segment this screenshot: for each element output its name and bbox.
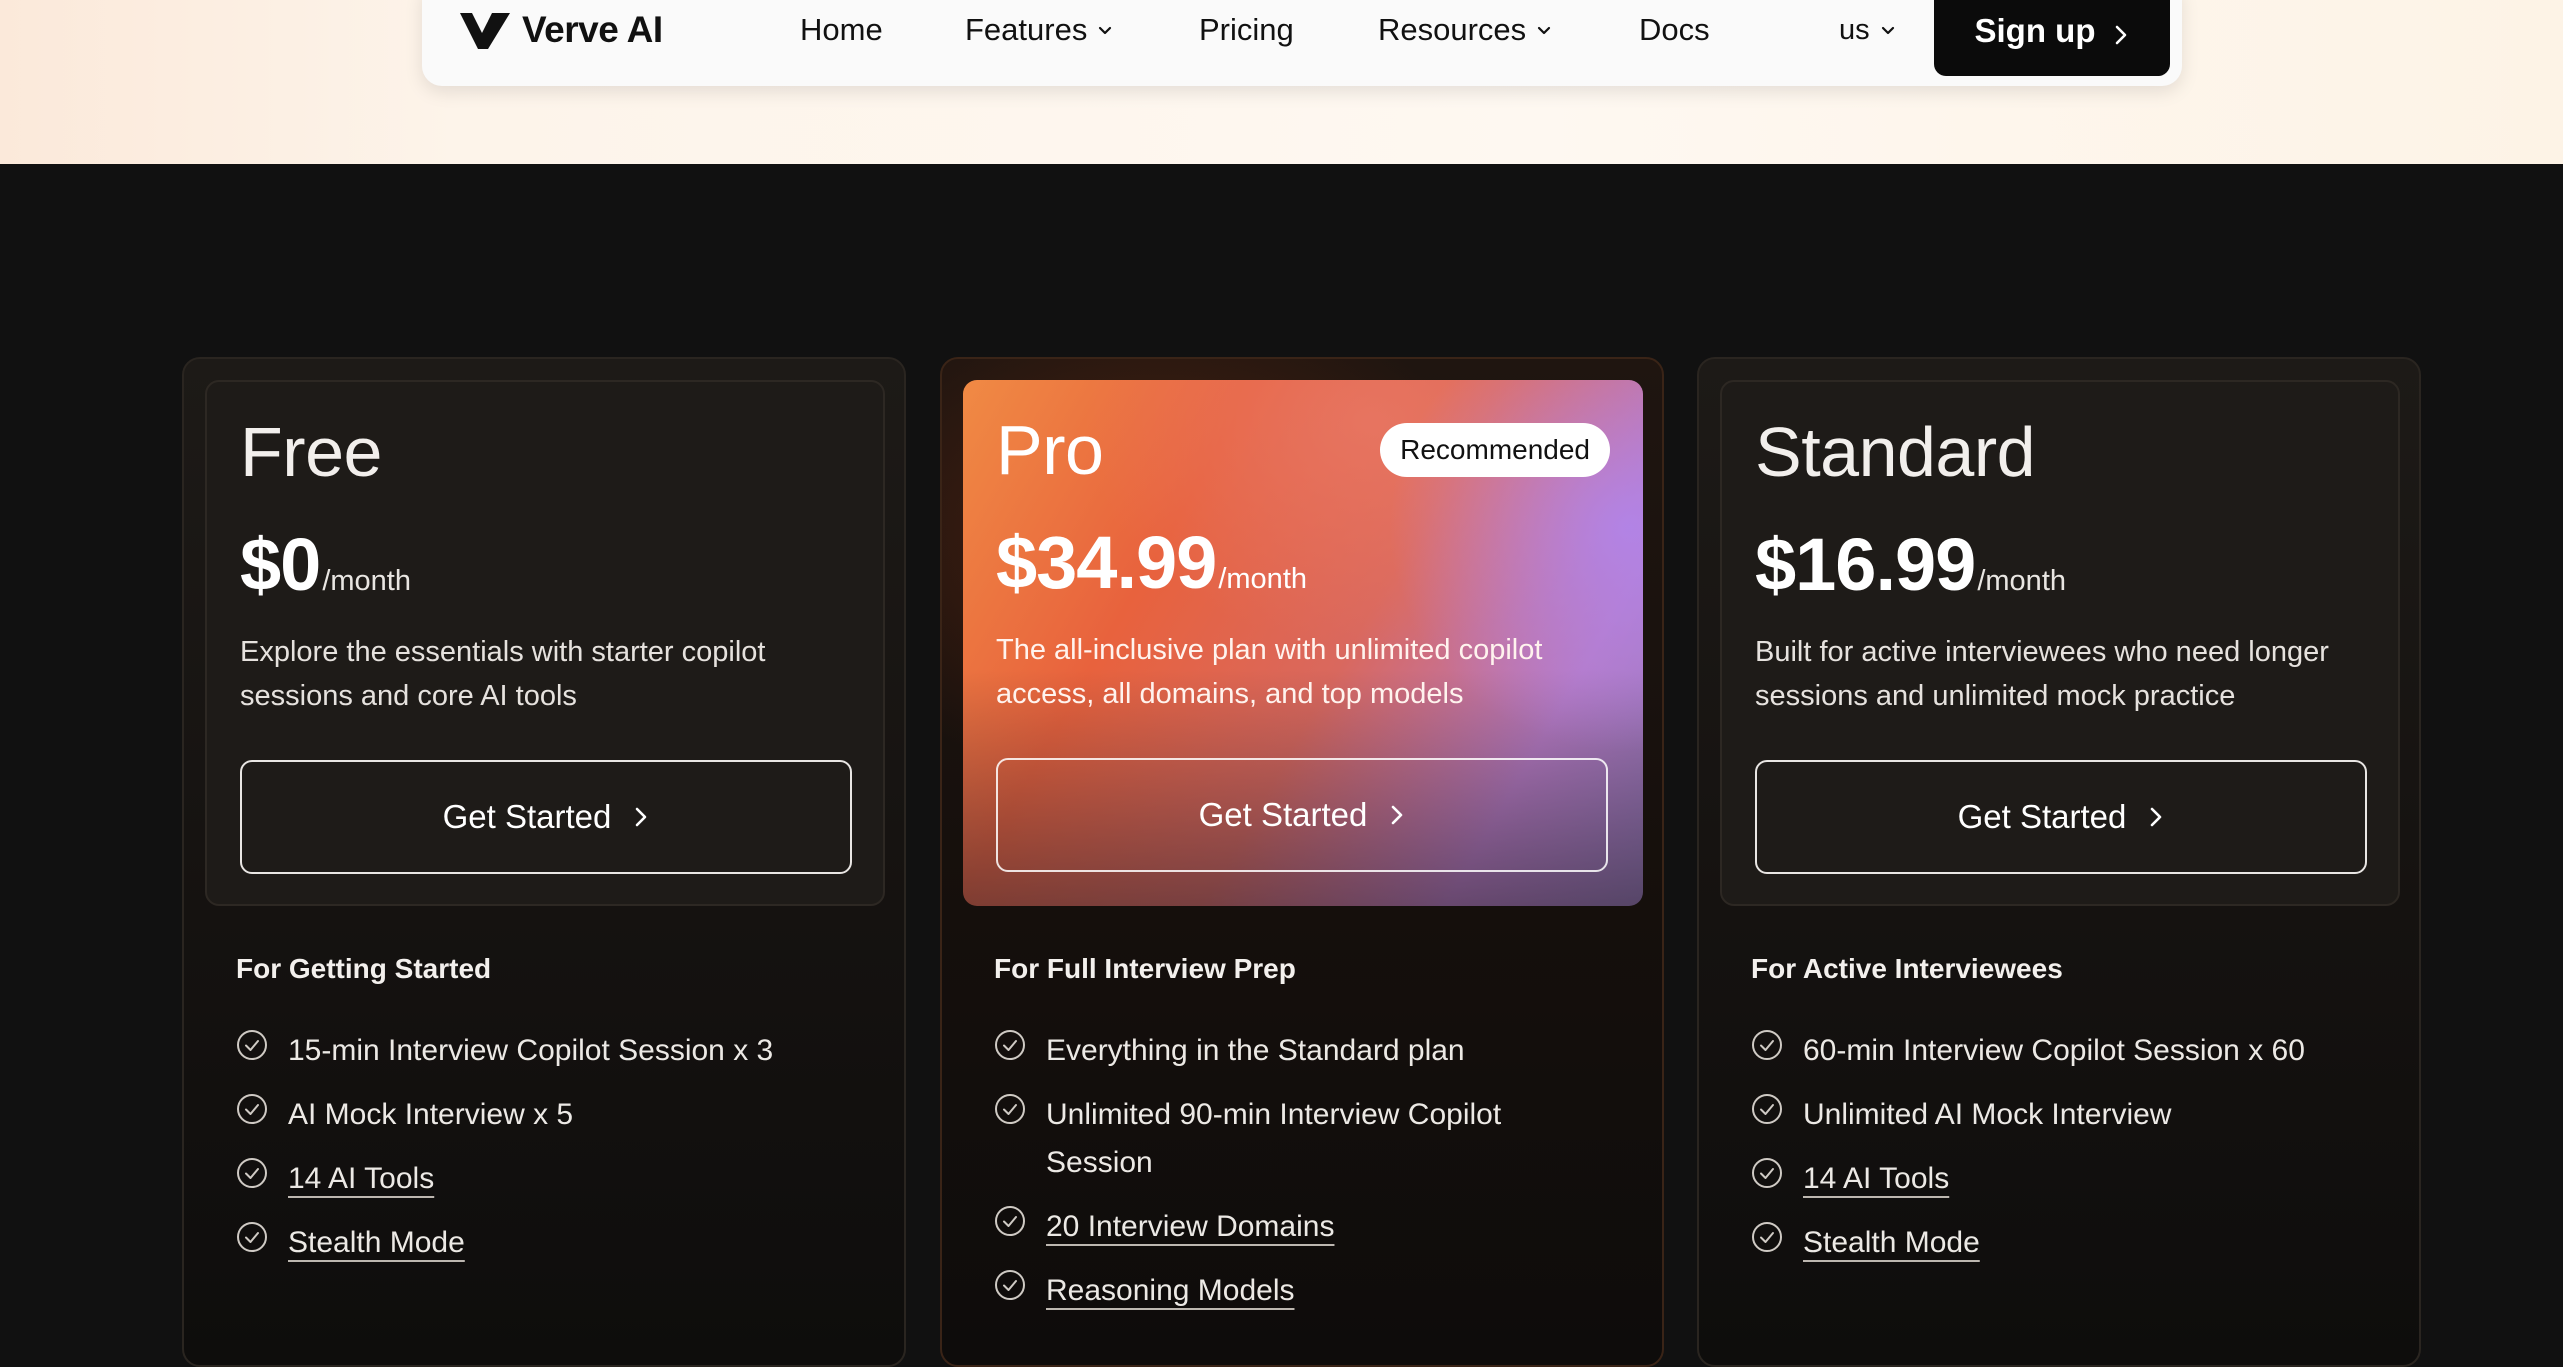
navbar: Verve AI Home Features Pricing Resources… — [422, 0, 2182, 86]
feature-list: 60-min Interview Copilot Session x 60 Un… — [1751, 1027, 2371, 1283]
feature-item: 14 AI Tools — [1751, 1155, 2371, 1203]
feature-item: Unlimited AI Mock Interview — [1751, 1091, 2371, 1139]
verve-logo-icon — [460, 13, 510, 49]
check-circle-icon — [994, 1029, 1026, 1061]
nav-home[interactable]: Home — [800, 10, 883, 50]
chevron-down-icon — [1099, 26, 1112, 35]
logo[interactable]: Verve AI — [458, 8, 663, 52]
check-circle-icon — [1751, 1157, 1783, 1189]
check-circle-icon — [236, 1157, 268, 1189]
feature-list: Everything in the Standard plan Unlimite… — [994, 1027, 1614, 1331]
nav-resources-label: Resources — [1378, 12, 1527, 47]
feature-item: Stealth Mode — [236, 1219, 856, 1267]
feature-text: AI Mock Interview x 5 — [288, 1098, 574, 1131]
features-section-title: For Getting Started — [236, 953, 492, 984]
feature-link-stealth-mode[interactable]: Stealth Mode — [1803, 1219, 1980, 1267]
feature-item: Everything in the Standard plan — [994, 1027, 1614, 1075]
feature-item: Unlimited 90-min Interview Copilot Sessi… — [994, 1091, 1614, 1187]
feature-text: Unlimited 90-min Interview Copilot Sessi… — [1046, 1098, 1502, 1179]
plan-period: /month — [322, 565, 411, 597]
nav-features-label: Features — [965, 12, 1088, 47]
nav-resources[interactable]: Resources — [1378, 10, 1552, 50]
plan-header: Free $0 /month Explore the essentials wi… — [205, 380, 885, 906]
plan-header: Standard $16.99 /month Built for active … — [1720, 380, 2400, 906]
feature-item: 60-min Interview Copilot Session x 60 — [1751, 1027, 2371, 1075]
chevron-down-icon — [1538, 26, 1551, 35]
get-started-button[interactable]: Get Started — [240, 760, 852, 874]
feature-text: Unlimited AI Mock Interview — [1803, 1098, 2172, 1131]
chevron-right-icon — [1392, 805, 1403, 825]
feature-text: Everything in the Standard plan — [1046, 1034, 1465, 1067]
plan-card-standard: Standard $16.99 /month Built for active … — [1697, 357, 2421, 1367]
logo-text: Verve AI — [522, 9, 663, 50]
check-circle-icon — [994, 1205, 1026, 1237]
check-circle-icon — [994, 1093, 1026, 1125]
plan-name: Standard — [1755, 413, 2036, 491]
plan-header: Pro Recommended $34.99 /month The all-in… — [963, 380, 1643, 906]
plan-description: Explore the essentials with starter copi… — [240, 636, 766, 712]
get-started-button[interactable]: Get Started — [996, 758, 1608, 872]
plan-name: Pro — [996, 411, 1104, 489]
plan-description: The all-inclusive plan with unlimited co… — [996, 634, 1543, 710]
language-selector[interactable]: us — [1839, 10, 1896, 50]
feature-link-stealth-mode[interactable]: Stealth Mode — [288, 1219, 465, 1267]
get-started-label: Get Started — [1957, 798, 2127, 835]
feature-link-reasoning-models[interactable]: Reasoning Models — [1046, 1267, 1294, 1315]
features-section-title: For Active Interviewees — [1751, 953, 2063, 984]
recommended-badge: Recommended — [1380, 423, 1610, 477]
price-row: $16.99 /month — [1755, 522, 2066, 607]
plan-price: $34.99 — [996, 521, 1217, 604]
check-circle-icon — [994, 1269, 1026, 1301]
get-started-label: Get Started — [1198, 796, 1368, 833]
feature-item: Stealth Mode — [1751, 1219, 2371, 1267]
nav-pricing[interactable]: Pricing — [1199, 10, 1294, 50]
plan-description: Built for active interviewees who need l… — [1755, 636, 2329, 712]
language-label: us — [1839, 13, 1870, 46]
check-circle-icon — [1751, 1221, 1783, 1253]
plan-price: $16.99 — [1755, 523, 1976, 606]
feature-item: 20 Interview Domains — [994, 1203, 1614, 1251]
get-started-button[interactable]: Get Started — [1755, 760, 2367, 874]
signup-label: Sign up — [1974, 12, 2096, 49]
check-circle-icon — [236, 1029, 268, 1061]
feature-link-ai-tools[interactable]: 14 AI Tools — [1803, 1155, 1949, 1203]
feature-link-interview-domains[interactable]: 20 Interview Domains — [1046, 1203, 1334, 1251]
nav-home-label: Home — [800, 12, 883, 47]
check-circle-icon — [236, 1221, 268, 1253]
plan-price: $0 — [240, 523, 321, 606]
features-section-title: For Full Interview Prep — [994, 953, 1296, 984]
feature-text: 15-min Interview Copilot Session x 3 — [288, 1034, 774, 1067]
feature-item: AI Mock Interview x 5 — [236, 1091, 856, 1139]
price-row: $34.99 /month — [996, 520, 1307, 605]
plan-period: /month — [1218, 563, 1308, 595]
chevron-down-icon — [1881, 26, 1894, 35]
nav-docs[interactable]: Docs — [1639, 10, 1710, 50]
nav-docs-label: Docs — [1639, 12, 1710, 47]
feature-link-ai-tools[interactable]: 14 AI Tools — [288, 1155, 434, 1203]
plan-name: Free — [240, 413, 382, 491]
plan-card-free: Free $0 /month Explore the essentials wi… — [182, 357, 906, 1367]
plan-card-pro: Pro Recommended $34.99 /month The all-in… — [940, 357, 1664, 1367]
price-row: $0 /month — [240, 522, 411, 607]
chevron-right-icon — [2151, 807, 2162, 827]
feature-item: 15-min Interview Copilot Session x 3 — [236, 1027, 856, 1075]
feature-list: 15-min Interview Copilot Session x 3 AI … — [236, 1027, 856, 1283]
feature-item: Reasoning Models — [994, 1267, 1614, 1315]
check-circle-icon — [236, 1093, 268, 1125]
check-circle-icon — [1751, 1029, 1783, 1061]
signup-button[interactable]: Sign up — [1934, 0, 2170, 76]
feature-text: 60-min Interview Copilot Session x 60 — [1803, 1034, 2305, 1067]
chevron-right-icon — [636, 807, 647, 827]
plan-period: /month — [1977, 565, 2067, 597]
get-started-label: Get Started — [442, 798, 612, 835]
chevron-right-icon — [2116, 25, 2127, 45]
nav-pricing-label: Pricing — [1199, 12, 1294, 47]
feature-item: 14 AI Tools — [236, 1155, 856, 1203]
check-circle-icon — [1751, 1093, 1783, 1125]
nav-features[interactable]: Features — [965, 10, 1113, 50]
